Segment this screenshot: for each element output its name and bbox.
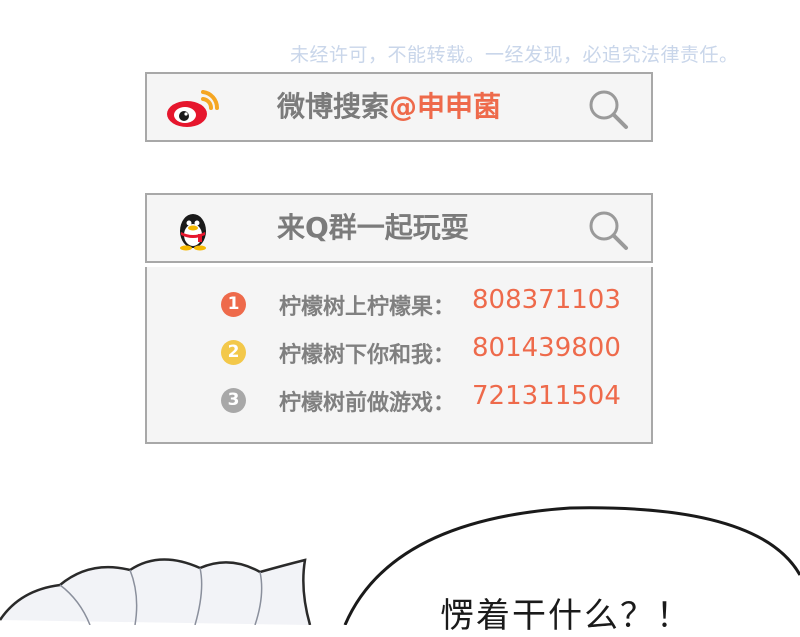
group-name: 柠檬树上柠檬果： — [279, 295, 456, 320]
qq-group-row[interactable]: 3 柠檬树前做游戏： 721311504 — [147, 381, 651, 419]
qq-group-search-box[interactable]: 来Q群一起玩耍 — [145, 193, 653, 263]
character-hair-outline — [0, 558, 312, 625]
weibo-logo-icon — [167, 90, 220, 127]
speech-bubble-text: 愣着干什么？！ — [440, 596, 692, 636]
weibo-search-box[interactable]: 微博搜索@申申菌 — [145, 72, 653, 142]
qq-group-list: 1 柠檬树上柠檬果： 808371103 2 柠檬树下你和我： 80143980… — [145, 267, 653, 444]
weibo-search-text: 微博搜索@申申菌 — [277, 74, 501, 140]
qq-group-row[interactable]: 2 柠檬树下你和我： 801439800 — [147, 333, 651, 371]
weibo-search-prefix: 微博搜索 — [277, 90, 390, 123]
badge-1: 1 — [221, 292, 246, 317]
qq-group-row[interactable]: 1 柠檬树上柠檬果： 808371103 — [147, 285, 651, 323]
qq-penguin-icon — [180, 214, 206, 251]
group-number[interactable]: 801439800 — [472, 333, 621, 363]
badge-3: 3 — [221, 388, 246, 413]
weibo-handle: @申申菌 — [389, 90, 502, 123]
magnifier-icon[interactable] — [587, 209, 629, 251]
group-name: 柠檬树前做游戏： — [279, 391, 456, 416]
badge-2: 2 — [221, 340, 246, 365]
group-number[interactable]: 808371103 — [472, 285, 621, 315]
group-number[interactable]: 721311504 — [472, 381, 621, 411]
group-name: 柠檬树下你和我： — [279, 343, 456, 368]
copyright-watermark: 未经许可，不能转载。一经发现，必追究法律责任。 — [290, 44, 739, 66]
magnifier-icon[interactable] — [587, 88, 629, 130]
qq-search-text: 来Q群一起玩耍 — [277, 211, 469, 244]
